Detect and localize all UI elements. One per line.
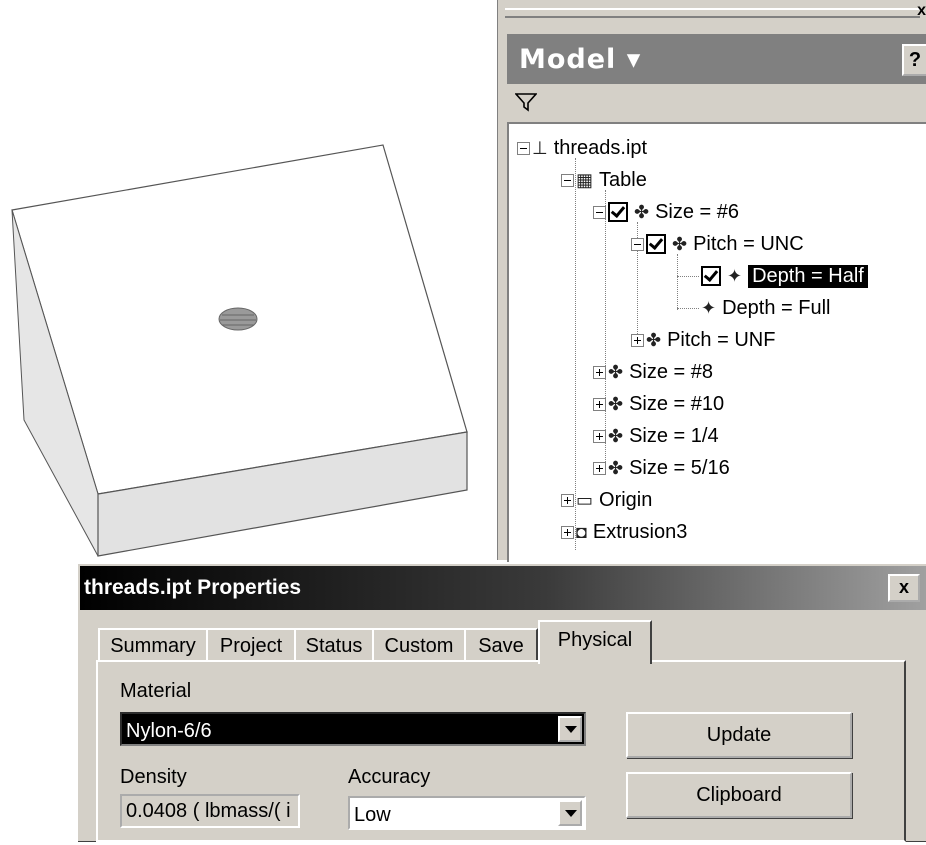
help-button[interactable]: ? [902,44,926,76]
panel-grip[interactable] [505,8,920,18]
browser-close-button[interactable]: x [917,2,926,20]
tab-save[interactable]: Save [464,628,538,662]
tree-item-size-5-16[interactable]: ✤ Size = 5/16 [593,454,730,482]
update-button[interactable]: Update [626,712,852,758]
physical-panel: Material Nylon-6/6 Density 0.0408 ( lbma… [96,660,906,842]
member-icon: ✤ [646,329,662,350]
thread-hole [218,307,258,331]
dialog-close-button[interactable]: x [888,574,920,602]
checkbox-checked[interactable] [701,266,721,286]
collapse-icon[interactable] [517,141,530,155]
member-icon: ✤ [608,361,624,382]
tree-item-table[interactable]: ▦ Table [561,166,647,194]
model-browser: x Model ▾ ? ⊥ threads.ipt ▦ Table ✤ Size… [495,0,926,566]
tree-item-threads-ipt[interactable]: ⊥ threads.ipt [517,134,647,162]
accuracy-select[interactable]: Low [348,796,586,830]
chevron-down-icon[interactable] [558,716,582,742]
checkbox-checked[interactable] [646,234,666,254]
chevron-down-icon[interactable] [558,800,582,826]
tab-physical[interactable]: Physical [538,620,652,664]
member-icon: ✦ [727,265,743,286]
tree-item-size-6[interactable]: ✤ Size = #6 [593,198,739,226]
model-tree: ⊥ threads.ipt ▦ Table ✤ Size = #6 ✤ Pitc… [507,122,926,566]
tree-item-depth-full[interactable]: ✦ Depth = Full [701,294,830,322]
tree-item-size-1-4[interactable]: ✤ Size = 1/4 [593,422,719,450]
collapse-icon[interactable] [631,237,644,251]
tree-item-extrusion3[interactable]: ◘ Extrusion3 [561,518,687,546]
tree-item-origin[interactable]: ▭ Origin [561,486,652,514]
member-icon: ✤ [608,457,624,478]
part-icon: ⊥ [532,137,548,158]
material-label: Material [120,680,192,702]
collapse-icon[interactable] [593,205,606,219]
expand-icon[interactable] [631,333,644,347]
member-icon: ✤ [608,393,624,414]
clipboard-button[interactable]: Clipboard [626,772,852,818]
tree-item-pitch-unc[interactable]: ✤ Pitch = UNC [631,230,804,258]
density-label: Density [120,766,187,788]
filter-icon[interactable] [515,92,537,112]
tree-item-depth-half[interactable]: ✦ Depth = Half [701,262,868,290]
member-icon: ✦ [701,297,717,318]
model-header: Model ▾ ? [507,34,926,84]
expand-icon[interactable] [561,525,574,539]
material-select[interactable]: Nylon-6/6 [120,712,586,746]
tree-item-size-10[interactable]: ✤ Size = #10 [593,390,724,418]
extrusion-icon: ◘ [576,521,587,542]
accuracy-label: Accuracy [348,766,431,788]
member-icon: ✤ [672,233,688,254]
dialog-title: threads.ipt Properties [84,576,302,599]
tab-status[interactable]: Status [294,628,374,662]
member-icon: ✤ [634,201,650,222]
dialog-titlebar[interactable]: threads.ipt Properties x [80,566,926,610]
expand-icon[interactable] [593,365,606,379]
expand-icon[interactable] [593,429,606,443]
tree-item-size-8[interactable]: ✤ Size = #8 [593,358,713,386]
expand-icon[interactable] [561,493,574,507]
expand-icon[interactable] [593,397,606,411]
collapse-icon[interactable] [561,173,574,187]
member-icon: ✤ [608,425,624,446]
density-field[interactable]: 0.0408 ( lbmass/( i [120,794,300,828]
checkbox-checked[interactable] [608,202,628,222]
model-dropdown[interactable]: Model ▾ [519,44,641,75]
folder-icon: ▭ [576,489,594,510]
properties-dialog: threads.ipt Properties x Summary Project… [76,562,926,844]
tab-project[interactable]: Project [206,628,296,662]
expand-icon[interactable] [593,461,606,475]
tree-item-pitch-unf[interactable]: ✤ Pitch = UNF [631,326,775,354]
table-icon: ▦ [576,169,594,190]
tab-summary[interactable]: Summary [98,628,208,662]
tab-custom[interactable]: Custom [372,628,466,662]
